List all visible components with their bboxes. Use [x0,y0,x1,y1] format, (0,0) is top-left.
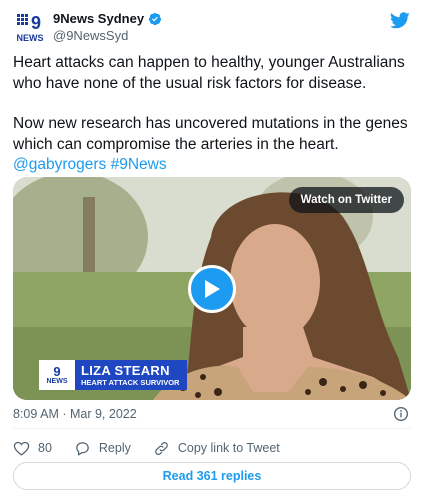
video-player[interactable]: Watch on Twitter 9 NEWS LIZA STEARN HEAR… [13,177,411,400]
svg-text:NEWS: NEWS [17,33,44,43]
twitter-bird-icon[interactable] [390,12,410,29]
lower-third-text: LIZA STEARN HEART ATTACK SURVIVOR [75,360,188,390]
link-icon [154,441,168,455]
like-count: 80 [38,441,52,455]
lower-third-caption: 9 NEWS LIZA STEARN HEART ATTACK SURVIVOR [39,360,188,390]
avatar[interactable]: 9 NEWS [14,12,46,44]
hashtag-link[interactable]: #9News [111,156,167,173]
verified-badge-icon [148,12,162,26]
tweet-card: 9 NEWS 9News Sydney @9NewsSyd Heart atta… [0,0,424,500]
tweet-timestamp[interactable]: 8:09 AM · Mar 9, 2022 [13,407,137,421]
like-button[interactable]: 80 [13,440,52,457]
lower-third-name: LIZA STEARN [81,362,170,378]
tweet-paragraph: Now new research has uncovered mutations… [13,115,408,153]
play-button[interactable] [188,265,236,313]
svg-text:9: 9 [31,13,41,33]
reply-bubble-icon [76,441,89,456]
account-name[interactable]: 9News Sydney [53,11,144,26]
copy-link-label: Copy link to Tweet [177,441,280,455]
nine-news-lower-third-logo-icon: 9 NEWS [39,360,75,390]
tweet-text: Heart attacks can happen to healthy, you… [13,53,413,176]
account-handle[interactable]: @9NewsSyd [53,28,128,43]
tweet-actions: 80 Reply Copy link to Tweet [13,438,302,458]
read-replies-button[interactable]: Read 361 replies [13,462,411,490]
account-name-row[interactable]: 9News Sydney [53,11,162,26]
heart-icon [13,441,30,456]
play-icon [205,280,220,298]
info-icon[interactable] [393,406,409,422]
divider [13,428,411,429]
lower-third-role: HEART ATTACK SURVIVOR [81,377,180,387]
mention-link[interactable]: @gabyrogers [13,156,106,173]
watch-on-twitter-button[interactable]: Watch on Twitter [288,187,404,213]
reply-button[interactable]: Reply [74,440,131,457]
reply-label: Reply [98,441,131,455]
nine-news-logo-icon: 9 NEWS [17,13,44,43]
tweet-paragraph: Heart attacks can happen to healthy, you… [13,54,405,92]
copy-link-button[interactable]: Copy link to Tweet [153,440,280,457]
